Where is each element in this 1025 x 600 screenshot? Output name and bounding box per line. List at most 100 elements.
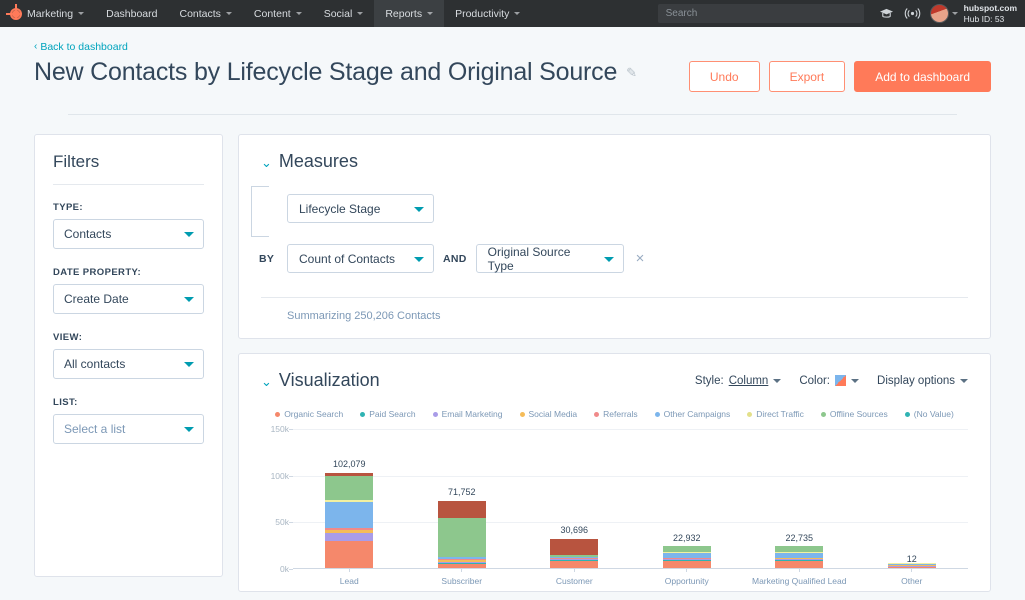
filter-select-view[interactable]: All contacts [53,349,204,379]
legend-item[interactable]: Organic Search [275,409,343,419]
chart-x-axis-label: Other [856,576,969,587]
chart-bar-value-label: 22,932 [673,533,701,543]
chevron-down-icon [226,12,232,15]
measures-body: Lifecycle Stage BY Count of Contacts AND… [239,172,990,338]
count-of-contacts-select[interactable]: Count of Contacts [287,244,434,273]
visualization-collapse-chevron-icon[interactable]: ⌄ [261,375,272,388]
back-to-dashboard-link[interactable]: ‹ Back to dashboard [34,41,128,53]
nav-item-label: Dashboard [106,8,157,20]
measures-card: ⌄ Measures Lifecycle Stage BY Count of C… [238,134,991,339]
remove-measure-close-icon[interactable]: × [636,251,645,266]
chart-y-tick-label: 50k [261,517,289,527]
chart-bar-segment[interactable] [663,561,711,568]
right-column: ⌄ Measures Lifecycle Stage BY Count of C… [238,134,991,600]
edit-pencil-icon[interactable]: ✎ [626,65,637,81]
chart-y-tick-label: 150k [261,424,289,434]
page-title: New Contacts by Lifecycle Stage and Orig… [34,55,617,89]
chevron-down-icon [427,12,433,15]
measures-primary-row: Lifecycle Stage [287,194,968,223]
page-header: ‹ Back to dashboard New Contacts by Life… [0,27,1025,115]
legend-label: Referrals [603,409,637,419]
nav-item-label: Reports [385,8,422,20]
measures-collapse-chevron-icon[interactable]: ⌄ [261,156,272,169]
display-options-menu[interactable]: Display options [877,375,968,387]
chart-stacked-bar[interactable] [663,546,711,568]
nav-item-reports[interactable]: Reports [374,0,444,27]
chart-bar-segment[interactable] [775,561,823,568]
account-chevron-down-icon[interactable] [952,12,958,15]
legend-color-dot-icon [747,412,752,417]
legend-item[interactable]: Offline Sources [821,409,888,419]
export-button[interactable]: Export [769,61,846,92]
legend-label: Organic Search [284,409,343,419]
chart-x-axis-label: Marketing Qualified Lead [743,576,856,587]
broadcast-icon[interactable] [900,0,926,27]
chevron-down-icon [357,12,363,15]
chevron-down-icon [773,379,781,383]
filter-select-value: Select a list [64,422,125,436]
style-selector[interactable]: Style: Column [695,375,781,387]
legend-item[interactable]: (No Value) [905,409,954,419]
nav-item-marketing[interactable]: Marketing [0,0,95,27]
color-label: Color: [799,375,830,387]
color-selector[interactable]: Color: [799,375,859,387]
chart-bar-segment[interactable] [325,541,373,568]
nav-item-label: Productivity [455,8,509,20]
content-area: Filters TYPE:ContactsDATE PROPERTY:Creat… [0,115,1025,600]
legend-item[interactable]: Referrals [594,409,637,419]
chart-bar-segment[interactable] [325,533,373,541]
chevron-down-icon [184,232,194,237]
global-search-input[interactable] [658,4,864,23]
chart-stacked-bar[interactable] [325,473,373,568]
chart-stacked-bar[interactable] [550,539,598,568]
chart-stacked-bar[interactable] [438,501,486,568]
filter-select-type[interactable]: Contacts [53,219,204,249]
measures-title: Measures [279,151,358,172]
avatar[interactable] [930,4,949,23]
chart-y-tick-label: 100k [261,471,289,481]
nav-item-social[interactable]: Social [313,0,375,27]
chart-bar-segment[interactable] [438,518,486,557]
chart-x-axis: LeadSubscriberCustomerOpportunityMarketi… [293,576,968,587]
nav-item-productivity[interactable]: Productivity [444,0,531,27]
graduation-cap-icon[interactable] [874,0,900,27]
chart-bar-segment[interactable] [550,539,598,555]
legend-item[interactable]: Paid Search [360,409,415,419]
legend-color-dot-icon [821,412,826,417]
chevron-down-icon [414,257,424,262]
display-options-label: Display options [877,375,955,387]
chart-bar-segment[interactable] [550,561,598,568]
chart-x-tick-mark [686,568,687,572]
chart-stacked-bar[interactable] [775,546,823,568]
original-source-type-select[interactable]: Original Source Type [476,244,624,273]
filter-label-dateproperty: DATE PROPERTY: [53,267,204,278]
chevron-down-icon [184,297,194,302]
legend-item[interactable]: Direct Traffic [747,409,804,419]
nav-item-content[interactable]: Content [243,0,313,27]
chart-bar-segment[interactable] [325,476,373,500]
filter-select-dateproperty[interactable]: Create Date [53,284,204,314]
legend-item[interactable]: Social Media [520,409,578,419]
chart-x-axis-label: Customer [518,576,631,587]
legend-color-dot-icon [594,412,599,417]
nav-item-dashboard[interactable]: Dashboard [95,0,168,27]
legend-color-dot-icon [433,412,438,417]
chart-y-tick-mark [289,569,293,570]
chart-bar-slot: 30,696 [518,429,631,568]
add-to-dashboard-button[interactable]: Add to dashboard [854,61,991,92]
chevron-down-icon [604,257,614,262]
filter-select-list[interactable]: Select a list [53,414,204,444]
filter-select-value: Contacts [64,227,111,241]
undo-button[interactable]: Undo [689,61,760,92]
chart-x-axis-label: Lead [293,576,406,587]
by-label: BY [259,253,274,265]
chart-bar-segment[interactable] [325,502,373,528]
lifecycle-stage-select[interactable]: Lifecycle Stage [287,194,434,223]
legend-item[interactable]: Other Campaigns [655,409,731,419]
nav-item-contacts[interactable]: Contacts [168,0,242,27]
visualization-toolbar: Style: Column Color: Display options [695,375,968,387]
chart-x-axis-label: Opportunity [631,576,744,587]
back-link-label: Back to dashboard [40,41,128,53]
legend-item[interactable]: Email Marketing [433,409,503,419]
chart-bar-segment[interactable] [438,501,486,518]
